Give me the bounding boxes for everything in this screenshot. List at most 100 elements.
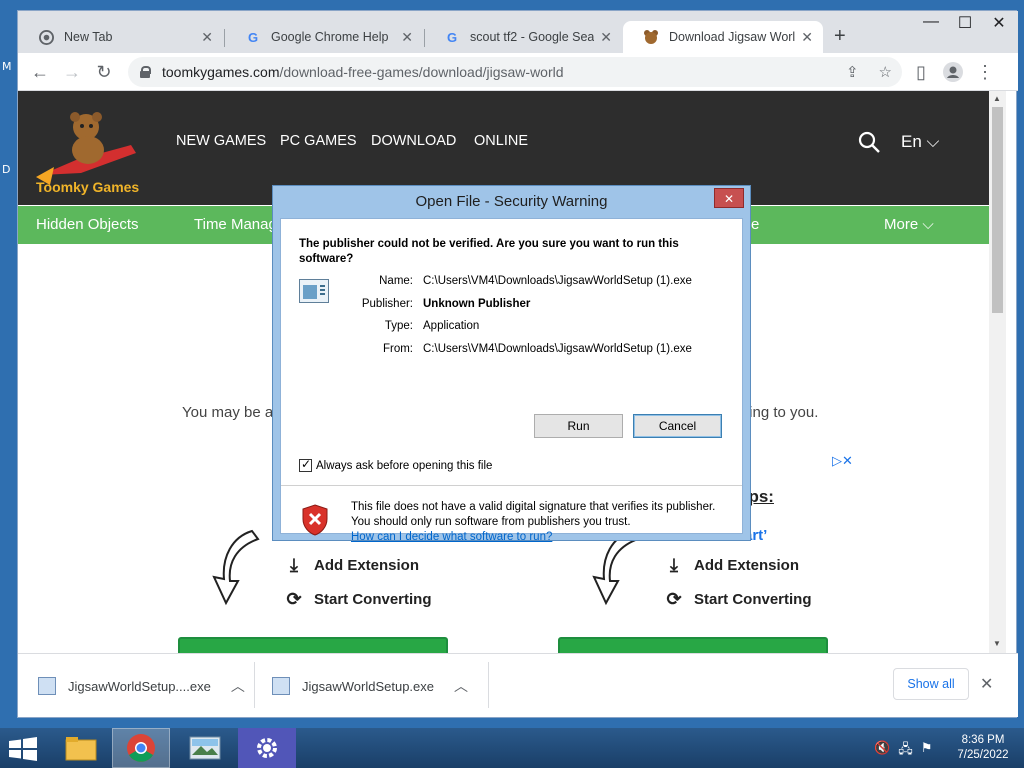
download-button[interactable]	[558, 637, 828, 653]
cancel-button[interactable]: Cancel	[633, 414, 722, 438]
tab-title: New Tab	[64, 30, 113, 44]
nav-download[interactable]: DOWNLOAD	[371, 133, 456, 149]
help-link[interactable]: How can I decide what software to run?	[351, 531, 552, 543]
tab-chrome-help[interactable]: G Google Chrome Help ✕	[225, 21, 423, 53]
tab-new-tab[interactable]: New Tab ✕	[18, 21, 223, 53]
share-icon[interactable]: ⇪	[846, 63, 859, 81]
close-window-icon[interactable]: ✕	[982, 13, 1016, 33]
menu-icon[interactable]: ⋮	[972, 59, 998, 85]
reload-icon[interactable]: ↻	[91, 59, 117, 85]
download-item[interactable]: JigsawWorldSetup.exe ︿	[272, 654, 468, 718]
close-icon[interactable]: ✕	[600, 29, 612, 46]
action-center-icon[interactable]: ⚑	[921, 740, 933, 762]
warning-text: This file does not have a valid digital …	[351, 500, 731, 545]
download-button[interactable]	[178, 637, 448, 653]
step-label: Start Converting	[314, 591, 432, 608]
download-filename: JigsawWorldSetup....exe	[68, 678, 211, 694]
close-icon[interactable]: ✕	[401, 29, 413, 46]
volume-muted-icon[interactable]: 🔇	[874, 740, 890, 762]
step-add-extension: ⤓ Add Extension	[284, 555, 419, 576]
gear-icon	[257, 738, 277, 758]
field-type: Type: Application	[341, 320, 479, 332]
field-label: From:	[382, 343, 413, 355]
step-start-converting: ⟳ Start Converting	[664, 589, 812, 610]
language-selector[interactable]: En ⌵	[901, 132, 939, 152]
tab-title: Google Chrome Help	[271, 30, 389, 44]
taskbar-chrome[interactable]	[112, 728, 170, 768]
shield-warning-icon	[302, 504, 328, 536]
nav-online[interactable]: ONLINE	[474, 133, 528, 149]
close-icon[interactable]: ✕	[980, 674, 993, 694]
profile-icon[interactable]	[940, 59, 966, 85]
teddy-icon	[643, 29, 659, 45]
google-icon: G	[446, 29, 458, 45]
system-clock[interactable]: 8:36 PM 7/25/2022	[950, 733, 1016, 763]
lock-icon[interactable]	[140, 66, 151, 78]
scroll-up-icon[interactable]: ▲	[993, 94, 1001, 103]
language-label: En	[901, 132, 922, 151]
taskbar-image-viewer[interactable]	[176, 728, 234, 768]
download-separator	[254, 662, 255, 708]
category-time-management[interactable]: Time Manag	[194, 216, 277, 233]
field-label: Publisher:	[361, 298, 413, 310]
refresh-icon: ⟳	[286, 589, 302, 609]
field-value: C:\Users\VM4\Downloads\JigsawWorldSetup …	[423, 275, 692, 287]
close-icon[interactable]: ✕	[201, 29, 213, 46]
chevron-down-icon: ⌵	[922, 216, 934, 233]
browser-toolbar: ← → ↻ toomkygames.com/download-free-game…	[18, 53, 1018, 91]
minimize-icon[interactable]: —	[914, 13, 948, 31]
page-scrollbar[interactable]: ▲ ▼	[989, 91, 1006, 653]
back-icon[interactable]: ←	[27, 59, 53, 85]
field-from: From: C:\Users\VM4\Downloads\JigsawWorld…	[341, 343, 692, 355]
tab-strip: New Tab ✕ G Google Chrome Help ✕ G scout…	[18, 11, 1018, 53]
star-icon[interactable]: ☆	[879, 63, 892, 81]
field-name: Name: C:\Users\VM4\Downloads\JigsawWorld…	[341, 275, 692, 287]
logo-text[interactable]: Toomky Games	[36, 179, 139, 195]
windows-start-icon[interactable]	[8, 737, 38, 761]
folder-icon	[65, 737, 97, 761]
scroll-thumb[interactable]	[992, 107, 1003, 313]
taskbar-settings[interactable]	[238, 728, 296, 768]
category-hidden-objects[interactable]: Hidden Objects	[36, 216, 139, 233]
chevron-up-icon[interactable]: ︿	[231, 676, 245, 696]
new-tab-button[interactable]: +	[834, 25, 846, 48]
field-publisher: Publisher: Unknown Publisher	[341, 298, 530, 310]
tab-google-search[interactable]: G scout tf2 - Google Search ✕	[424, 21, 622, 53]
network-icon[interactable]: 🖧	[898, 740, 913, 762]
maximize-icon[interactable]: ☐	[948, 13, 982, 33]
sidebar-icon[interactable]: ▯	[908, 59, 934, 85]
step-label: Start Converting	[694, 591, 812, 608]
address-bar[interactable]: toomkygames.com/download-free-games/down…	[128, 57, 902, 87]
nav-pc-games[interactable]: PC GAMES	[280, 133, 357, 149]
picture-icon	[189, 736, 221, 760]
always-ask-checkbox-row[interactable]: Always ask before opening this file	[299, 457, 492, 472]
checkbox-label[interactable]: Always ask before opening this file	[316, 460, 492, 472]
warning-message: This file does not have a valid digital …	[351, 501, 716, 528]
url-path: /download-free-games/download/jigsaw-wor…	[279, 64, 564, 80]
curved-arrow-icon	[212, 529, 260, 606]
url-host: toomkygames.com	[162, 64, 280, 80]
chrome-icon	[127, 734, 155, 762]
download-item[interactable]: JigsawWorldSetup....exe ︿	[38, 654, 245, 718]
show-all-button[interactable]: Show all	[893, 668, 969, 700]
nav-new-games[interactable]: NEW GAMES	[176, 133, 266, 149]
taskbar-file-explorer[interactable]	[52, 728, 110, 768]
step-add-extension: ⤓ Add Extension	[664, 555, 799, 576]
download-icon: ⤓	[290, 555, 298, 575]
tab-download-jigsaw[interactable]: Download Jigsaw World ✕	[623, 21, 823, 53]
clock-time: 8:36 PM	[961, 734, 1005, 746]
ad-choices-icon[interactable]: ▷✕	[832, 453, 853, 469]
close-icon[interactable]: ✕	[801, 29, 813, 46]
forward-icon[interactable]: →	[59, 59, 85, 85]
always-ask-checkbox[interactable]	[299, 457, 312, 472]
scroll-down-icon[interactable]: ▼	[993, 639, 1001, 648]
search-icon[interactable]	[858, 131, 880, 153]
close-icon[interactable]: ✕	[714, 188, 744, 208]
body-text-right: ting to you.	[745, 404, 819, 421]
chevron-up-icon[interactable]: ︿	[454, 676, 468, 696]
field-value: Unknown Publisher	[423, 298, 531, 310]
dialog-question: The publisher could not be verified. Are…	[299, 238, 679, 265]
more-label: More	[884, 216, 919, 233]
run-button[interactable]: Run	[534, 414, 623, 438]
category-more[interactable]: More ⌵	[884, 216, 934, 233]
